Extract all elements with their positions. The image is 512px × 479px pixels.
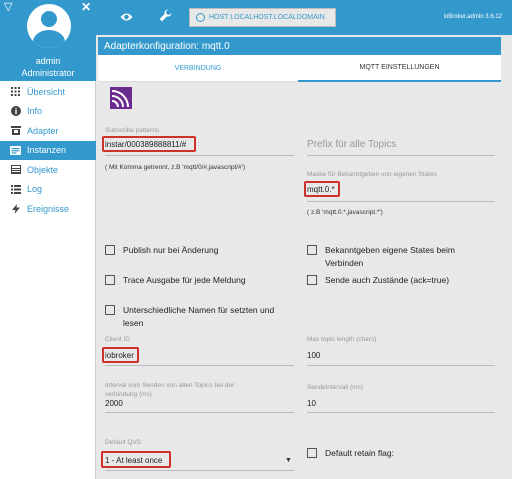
max-topic-length-label: Max topic length (chars): [307, 336, 377, 343]
publish-on-change-checkbox[interactable]: Publish nur bei Änderung: [105, 244, 290, 257]
grid-icon: [10, 86, 21, 97]
mqtt-logo-icon: [110, 87, 132, 109]
prefix-input[interactable]: Prefix für alle Topics: [307, 139, 396, 150]
max-topic-length-input[interactable]: 100: [307, 351, 320, 360]
sidebar: ▽ ✕ admin Administrator Übersicht Info A…: [0, 0, 96, 479]
subscribe-patterns-input[interactable]: instar/000389888811/#: [105, 140, 186, 149]
host-icon: [196, 13, 205, 22]
different-names-checkbox[interactable]: Unterschiedliche Namen für setzten und l…: [105, 304, 290, 329]
chevron-down-icon[interactable]: ▼: [285, 457, 292, 464]
instances-icon: [10, 145, 21, 156]
max-topic-underline: [307, 365, 495, 366]
client-id-underline: [105, 365, 294, 366]
interval-label: Interval vom Senden von allen Topics bei…: [105, 382, 235, 398]
sidebar-nav: Übersicht Info Adapter Instanzen Objekte: [0, 82, 96, 219]
close-icon[interactable]: ✕: [81, 1, 91, 13]
qos-underline: [105, 470, 294, 471]
checkbox-label: Unterschiedliche Namen für setzten und l…: [123, 305, 275, 328]
store-icon: [10, 125, 21, 136]
interval-underline: [105, 412, 294, 413]
sidebar-item-ereignisse[interactable]: Ereignisse: [0, 199, 96, 219]
checkbox-box[interactable]: [307, 448, 317, 458]
mask-input[interactable]: mqtt.0.*: [307, 185, 335, 194]
sidebar-item-label: Instanzen: [27, 145, 67, 156]
checkbox-label: Trace Ausgabe für jede Meldung: [123, 275, 246, 285]
main-panel: Adapterkonfiguration: mqtt.0 VERBINDUNG …: [98, 35, 512, 479]
default-retain-checkbox[interactable]: Default retain flag:: [307, 447, 492, 460]
objects-icon: [10, 164, 21, 175]
bolt-icon: [10, 203, 21, 214]
send-interval-underline: [307, 412, 495, 413]
subscribe-hint: ( Mit Komma getrennt, z.B 'mqtt/0/#,java…: [105, 164, 246, 171]
trace-output-checkbox[interactable]: Trace Ausgabe für jede Meldung: [105, 274, 290, 287]
mask-label: Maske für Bekanntgeben von eigenen State…: [307, 171, 437, 178]
version-label: ioBroker.admin 3.6.12: [443, 14, 502, 20]
avatar[interactable]: [27, 4, 71, 48]
sidebar-item-label: Ereignisse: [27, 203, 70, 214]
eye-icon[interactable]: [120, 11, 133, 23]
host-label: HOST LOCALHOST.LOCALDOMAIN: [209, 14, 325, 21]
qos-label: Default QoS:: [105, 439, 143, 446]
sidebar-item-info[interactable]: Info: [0, 102, 96, 122]
checkbox-box[interactable]: [307, 245, 317, 255]
collapse-icon[interactable]: ▽: [4, 2, 12, 13]
wrench-icon[interactable]: [159, 9, 172, 25]
top-bar: HOST LOCALHOST.LOCALDOMAIN ioBroker.admi…: [96, 0, 512, 35]
user-role: Administrator: [21, 68, 75, 78]
checkbox-label: Sende auch Zustände (ack=true): [325, 275, 450, 285]
checkbox-box[interactable]: [307, 275, 317, 285]
prefix-underline: [307, 155, 495, 156]
list-icon: [10, 184, 21, 195]
client-id-input[interactable]: iobroker: [105, 351, 134, 360]
host-button[interactable]: HOST LOCALHOST.LOCALDOMAIN: [189, 8, 336, 27]
checkbox-label: Publish nur bei Änderung: [123, 245, 219, 255]
checkbox-label: Bekanntgeben eigene States beim Verbinde…: [325, 245, 455, 268]
send-interval-label: Sendeintervall (ms): [307, 384, 363, 391]
sidebar-item-label: Info: [27, 106, 43, 117]
checkbox-label: Default retain flag:: [325, 448, 394, 458]
tab-verbindung[interactable]: VERBINDUNG: [98, 55, 298, 82]
sidebar-item-label: Objekte: [27, 164, 59, 175]
sidebar-item-label: Übersicht: [27, 86, 66, 97]
user-name: admin: [35, 56, 61, 66]
sidebar-item-label: Adapter: [27, 125, 59, 136]
publish-own-states-checkbox[interactable]: Bekanntgeben eigene States beim Verbinde…: [307, 244, 492, 269]
sidebar-item-objekte[interactable]: Objekte: [0, 160, 96, 180]
info-icon: [10, 106, 21, 117]
sidebar-item-adapter[interactable]: Adapter: [0, 121, 96, 141]
sidebar-item-log[interactable]: Log: [0, 180, 96, 200]
checkbox-box[interactable]: [105, 275, 115, 285]
interval-input[interactable]: 2000: [105, 399, 123, 408]
mask-hint: ( z.B 'mqtt.0.*,javascript.*'): [307, 209, 383, 216]
checkbox-box[interactable]: [105, 245, 115, 255]
page-title: Adapterkonfiguration: mqtt.0: [98, 37, 501, 55]
sidebar-item-uebersicht[interactable]: Übersicht: [0, 82, 96, 102]
tab-mqtt-einstellungen[interactable]: MQTT EINSTELLUNGEN: [298, 55, 501, 82]
sidebar-header: ▽ ✕ admin Administrator: [0, 0, 96, 81]
client-id-label: Client ID: [105, 336, 130, 343]
send-interval-input[interactable]: 10: [307, 399, 316, 408]
sidebar-item-instanzen[interactable]: Instanzen: [0, 140, 96, 160]
mask-underline: [307, 201, 495, 202]
subscribe-patterns-label: Subscribe patterns: [105, 127, 160, 134]
qos-select[interactable]: 1 - At least once: [105, 456, 162, 465]
checkbox-box[interactable]: [105, 305, 115, 315]
tab-bar: VERBINDUNG MQTT EINSTELLUNGEN: [98, 55, 501, 82]
sidebar-item-label: Log: [27, 184, 43, 195]
subscribe-underline: [105, 155, 294, 156]
send-ack-checkbox[interactable]: Sende auch Zustände (ack=true): [307, 274, 492, 287]
